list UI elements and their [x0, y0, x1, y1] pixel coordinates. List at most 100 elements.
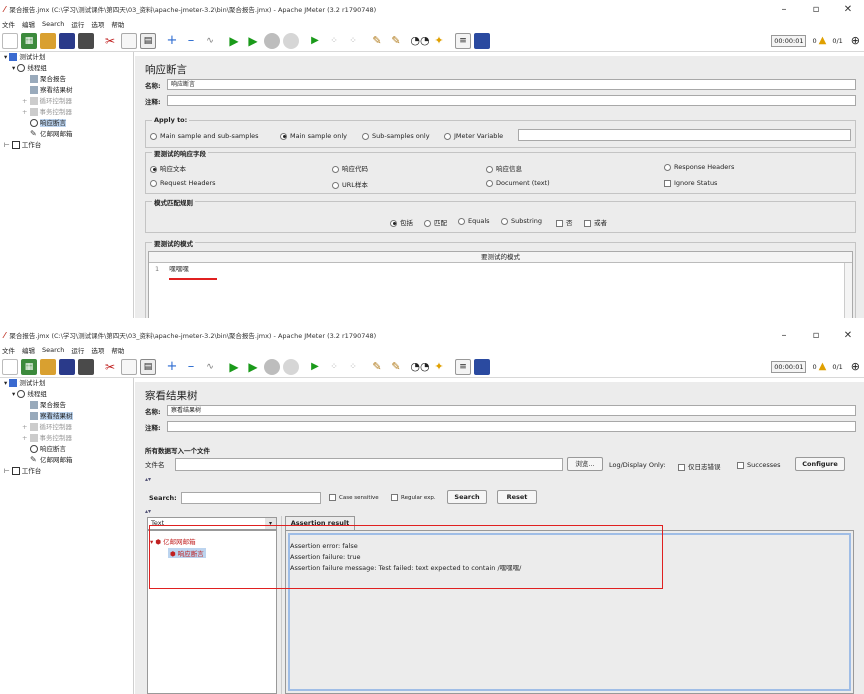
tree-node-loop[interactable]: + 循环控制器 — [0, 422, 133, 433]
menu-file[interactable]: 文件 — [2, 345, 15, 355]
minimize-icon[interactable]: – — [768, 330, 800, 341]
start-no-pause-icon[interactable]: ▶ — [245, 33, 261, 49]
rule-substring-radio[interactable]: Substring — [501, 217, 542, 225]
save-icon[interactable] — [59, 32, 75, 49]
name-input[interactable]: 察看结果树 — [167, 405, 856, 416]
search-icon[interactable]: ◔◔ — [410, 359, 429, 375]
menu-options[interactable]: 选项 — [91, 345, 104, 355]
expand-icon[interactable]: + — [164, 33, 180, 49]
stop-icon[interactable] — [264, 358, 280, 375]
reset-search-icon[interactable]: ✦ — [431, 359, 447, 375]
tree-node-thread-group[interactable]: ▾ 线程组 — [0, 389, 133, 400]
menu-run[interactable]: 运行 — [71, 345, 84, 355]
cut-icon[interactable]: ✂ — [102, 33, 118, 49]
remote-stop-icon[interactable]: ⁘ — [326, 359, 342, 375]
menu-help[interactable]: 帮助 — [111, 345, 124, 355]
tree-node-loop[interactable]: + 循环控制器 — [0, 96, 133, 107]
browse-button[interactable]: 浏览... — [567, 457, 603, 471]
tree-node-http[interactable]: ✎ 亿邮网邮箱 — [0, 455, 133, 466]
field-response-message-radio[interactable]: 响应信息 — [486, 163, 522, 173]
search-icon[interactable]: ◔◔ — [410, 33, 429, 49]
regex-checkbox[interactable]: Regular exp. — [391, 494, 436, 501]
menu-edit[interactable]: 编辑 — [22, 345, 35, 355]
maximize-icon[interactable]: ▫ — [800, 4, 832, 15]
tree-node-agg-report[interactable]: 聚合报告 — [0, 74, 133, 85]
rule-or-checkbox[interactable]: 或者 — [584, 217, 607, 227]
toggle-icon[interactable]: ∿ — [202, 359, 218, 375]
save-as-icon[interactable] — [78, 32, 94, 49]
save-as-icon[interactable] — [78, 358, 94, 375]
stop-icon[interactable] — [264, 32, 280, 49]
warning-icon[interactable]: ▲ — [819, 361, 827, 372]
menu-run[interactable]: 运行 — [71, 19, 84, 29]
function-helper-icon[interactable]: ≡ — [455, 32, 471, 49]
remote-start-icon[interactable]: ▶ — [307, 359, 323, 375]
field-response-headers-radio[interactable]: Response Headers — [664, 163, 734, 171]
remote-exit-icon[interactable]: ⁘ — [345, 33, 361, 49]
start-icon[interactable]: ▶ — [226, 33, 242, 49]
search-button[interactable]: Search — [447, 490, 487, 504]
menu-search[interactable]: Search — [42, 20, 64, 28]
menu-edit[interactable]: 编辑 — [22, 19, 35, 29]
tree-node-assertion[interactable]: 响应断言 — [0, 118, 133, 129]
apply-main-only-radio[interactable]: Main sample only — [280, 132, 347, 140]
collapse-icon[interactable]: – — [183, 359, 199, 375]
menu-file[interactable]: 文件 — [2, 19, 15, 29]
field-document-radio[interactable]: Document (text) — [486, 179, 550, 187]
rule-matches-radio[interactable]: 匹配 — [424, 217, 447, 227]
tree-node-test-plan[interactable]: ▾ 测试计划 — [0, 52, 133, 63]
clear-icon[interactable]: ✎ — [369, 33, 385, 49]
tree-node-agg-report[interactable]: 聚合报告 — [0, 400, 133, 411]
tree-node-if[interactable]: + 事务控制器 — [0, 107, 133, 118]
function-helper-icon[interactable]: ≡ — [455, 358, 471, 375]
tree-node-test-plan[interactable]: ▾ 测试计划 — [0, 378, 133, 389]
start-icon[interactable]: ▶ — [226, 359, 242, 375]
maximize-icon[interactable]: ▫ — [800, 330, 832, 341]
rule-contains-radio[interactable]: 包括 — [390, 217, 413, 227]
rule-equals-radio[interactable]: Equals — [458, 217, 490, 225]
table-row[interactable]: 1 嘿嘿嘿 — [149, 263, 852, 275]
remote-stop-icon[interactable]: ⁘ — [326, 33, 342, 49]
variable-name-input[interactable] — [518, 129, 851, 141]
tree-node-if[interactable]: + 事务控制器 — [0, 433, 133, 444]
tree-node-view-results[interactable]: 察看结果树 — [0, 411, 133, 422]
configure-button[interactable]: Configure — [795, 457, 845, 471]
apply-sub-only-radio[interactable]: Sub-samples only — [362, 132, 430, 140]
tree-node-thread-group[interactable]: ▾ 线程组 — [0, 63, 133, 74]
remote-exit-icon[interactable]: ⁘ — [345, 359, 361, 375]
apply-variable-radio[interactable]: JMeter Variable — [444, 132, 503, 140]
field-response-text-radio[interactable]: 响应文本 — [150, 163, 186, 173]
warning-icon[interactable]: ▲ — [819, 35, 827, 46]
shutdown-icon[interactable] — [283, 32, 299, 49]
open-icon[interactable] — [40, 358, 56, 375]
menu-options[interactable]: 选项 — [91, 19, 104, 29]
tree-node-http[interactable]: ✎ 亿邮网邮箱 — [0, 129, 133, 140]
remote-start-icon[interactable]: ▶ — [307, 33, 323, 49]
name-input[interactable]: 响应断言 — [167, 79, 856, 90]
reset-search-icon[interactable]: ✦ — [431, 33, 447, 49]
copy-icon[interactable] — [121, 32, 137, 49]
open-icon[interactable] — [40, 32, 56, 49]
paste-icon[interactable]: ▤ — [140, 358, 156, 375]
tree-node-view-results[interactable]: 察看结果树 — [0, 85, 133, 96]
clear-all-icon[interactable]: ✎ — [388, 33, 404, 49]
comment-input[interactable] — [167, 421, 856, 432]
collapse-toggle-icon[interactable]: ▴▾ — [145, 508, 151, 515]
collapse-toggle-icon[interactable]: ▴▾ — [145, 476, 151, 483]
scrollbar[interactable] — [844, 263, 852, 318]
successes-checkbox[interactable]: Successes — [737, 461, 781, 469]
start-no-pause-icon[interactable]: ▶ — [245, 359, 261, 375]
search-input[interactable] — [181, 492, 321, 504]
templates-icon[interactable]: ▦ — [21, 32, 37, 49]
field-url-sample-radio[interactable]: URL样本 — [332, 179, 368, 189]
expand-icon[interactable]: + — [164, 359, 180, 375]
minimize-icon[interactable]: – — [768, 4, 800, 15]
help-icon[interactable] — [474, 32, 490, 49]
comment-input[interactable] — [167, 95, 856, 106]
apply-main-and-sub-radio[interactable]: Main sample and sub-samples — [150, 132, 259, 140]
field-response-code-radio[interactable]: 响应代码 — [332, 163, 368, 173]
toggle-icon[interactable]: ∿ — [202, 33, 218, 49]
rule-not-checkbox[interactable]: 否 — [556, 217, 573, 227]
clear-all-icon[interactable]: ✎ — [388, 359, 404, 375]
errors-only-checkbox[interactable]: 仅日志错误 — [678, 461, 721, 471]
